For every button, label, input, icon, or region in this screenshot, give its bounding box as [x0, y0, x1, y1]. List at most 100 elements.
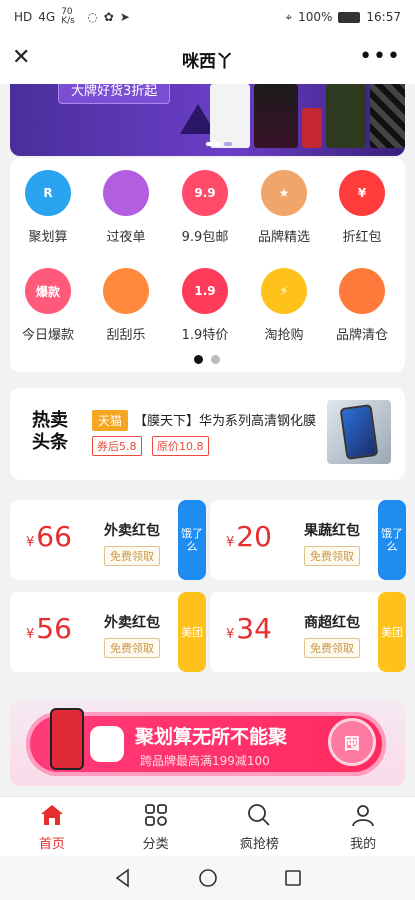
- clock: 16:57: [366, 10, 401, 24]
- eleme-icon: 饿了么: [178, 500, 206, 580]
- battery-percent: 100%: [298, 10, 333, 24]
- lightning-clock-icon: ⚡: [261, 268, 307, 314]
- back-icon[interactable]: [113, 868, 133, 888]
- bottom-tab-bar: 首页 分类 疯抢榜 我的: [0, 796, 415, 856]
- coupon-amount: ¥20: [226, 520, 272, 553]
- home-icon: [39, 803, 65, 827]
- coupon-card[interactable]: ¥66 外卖红包免费领取 饿了么: [10, 500, 206, 580]
- receipt-icon: [103, 170, 149, 216]
- page-title: 咪西丫: [182, 51, 233, 72]
- promo-badge[interactable]: 囤: [328, 718, 376, 766]
- grid-item-8[interactable]: ⚡ 淘抢购: [244, 268, 324, 343]
- banner-product-image: [326, 84, 366, 148]
- location-icon: ⌖: [285, 9, 293, 24]
- banner-product-image: [210, 84, 250, 148]
- grid-item-2[interactable]: 9.9 9.9包邮: [165, 170, 245, 245]
- tab-label: 分类: [142, 837, 169, 852]
- coupon-amount: ¥56: [26, 612, 72, 645]
- grid-item-label: 今日爆款: [21, 328, 74, 343]
- grid-item-label: 折红包: [342, 230, 382, 245]
- hot-icon: 爆款: [25, 268, 71, 314]
- grid-item-label: 聚划算: [28, 230, 68, 245]
- wechat-icon: ◌: [87, 10, 98, 24]
- tab-label: 首页: [38, 837, 65, 852]
- phone-image: [50, 708, 84, 770]
- signal-indicator: 4G: [38, 10, 56, 24]
- promo-subline: 跨品牌最高满199减100: [140, 754, 270, 768]
- product-thumbnail[interactable]: [327, 400, 391, 464]
- tab-label: 疯抢榜: [239, 837, 279, 852]
- banner-tag: 大牌好货3折起: [58, 84, 171, 104]
- tab-label: 我的: [350, 837, 377, 852]
- shortcut-grid: R 聚划算 过夜单 9.9 9.9包邮 ★ 品牌精选 ¥ 折红包 爆款 今日爆款 刮刮乐 1.9 1.9特…: [10, 158, 405, 372]
- original-price-chip: 原价10.8: [152, 436, 209, 456]
- grid-item-label: 过夜单: [106, 230, 146, 245]
- meituan-icon: 美团: [178, 592, 206, 672]
- claim-button[interactable]: 免费领取: [304, 546, 360, 566]
- grid-item-9[interactable]: 品牌清仓: [322, 268, 402, 343]
- coupon-card[interactable]: ¥56 外卖红包免费领取 美团: [10, 592, 206, 672]
- hot-news-logo: 热卖 头条: [32, 410, 68, 453]
- grid-item-label: 品牌精选: [257, 230, 310, 245]
- claim-button[interactable]: 免费领取: [104, 638, 160, 658]
- battery-icon: [338, 11, 361, 23]
- status-bar: HD 4G 70 K/s ◌ ✿ ➤ ⌖ 100% 16:57: [0, 0, 415, 34]
- grid-item-7[interactable]: 1.9 1.9特价: [165, 268, 245, 343]
- coupon-name: 果蔬红包: [304, 523, 360, 539]
- shop-tag: 天猫: [92, 410, 129, 431]
- grid-item-6[interactable]: 刮刮乐: [86, 268, 166, 343]
- tab-home[interactable]: 首页: [0, 797, 104, 856]
- bag-icon: 1.9: [182, 268, 228, 314]
- news-headline[interactable]: 【膜天下】华为系列高清钢化膜: [134, 410, 316, 429]
- banner-product-image: [302, 108, 322, 148]
- more-icon[interactable]: •••: [359, 44, 401, 69]
- grid-item-0[interactable]: R 聚划算: [8, 170, 88, 245]
- grid-item-4[interactable]: ¥ 折红包: [322, 170, 402, 245]
- recents-icon[interactable]: [283, 868, 303, 888]
- badge-icon: ★: [261, 170, 307, 216]
- promo-headline: 聚划算无所不能聚: [135, 726, 288, 748]
- claim-button[interactable]: 免费领取: [104, 546, 160, 566]
- earbuds-image: [90, 726, 124, 762]
- banner-product-image: [254, 84, 298, 148]
- hd-indicator: HD: [14, 10, 33, 24]
- promo-banner[interactable]: 聚划算无所不能聚 跨品牌最高满199减100 囤: [10, 700, 405, 786]
- banner-product-image: [370, 84, 405, 148]
- coupon-name: 外卖红包: [104, 523, 160, 539]
- grid-item-label: 淘抢购: [264, 328, 304, 343]
- close-icon[interactable]: ✕: [12, 47, 30, 69]
- network-speed: 70 K/s: [61, 7, 75, 26]
- tab-mine[interactable]: 我的: [311, 797, 415, 856]
- grid-item-5[interactable]: 爆款 今日爆款: [8, 268, 88, 343]
- bag-icon: 9.9: [182, 170, 228, 216]
- home-circle-icon[interactable]: [198, 868, 218, 888]
- coupon-card[interactable]: ¥20 果蔬红包 免费领取 饿了么: [210, 500, 406, 580]
- scratch-card-icon: [103, 268, 149, 314]
- hot-news-card[interactable]: 热卖 头条 天猫 【膜天下】华为系列高清钢化膜 券后5.8 原价10.8: [10, 388, 405, 480]
- coupon-card[interactable]: ¥34 商超红包免费领取 美团: [210, 592, 406, 672]
- coupon-name: 外卖红包: [104, 615, 160, 631]
- banner-pager: [206, 142, 232, 146]
- grid-item-3[interactable]: ★ 品牌精选: [244, 170, 324, 245]
- cat-icon: ✿: [103, 10, 114, 24]
- grid-item-1[interactable]: 过夜单: [86, 170, 166, 245]
- top-bar: ✕ 咪西丫 •••: [0, 34, 415, 84]
- user-icon: [350, 803, 376, 827]
- meituan-icon: 美团: [378, 592, 406, 672]
- grid-pager: [194, 355, 220, 364]
- claim-button[interactable]: 免费领取: [304, 638, 360, 658]
- category-icon: [143, 803, 169, 827]
- banner-carousel[interactable]: 大牌好货3折起: [10, 84, 405, 156]
- grid-item-label: 刮刮乐: [106, 328, 146, 343]
- coupon-name: 商超红包: [304, 615, 360, 631]
- system-nav-bar: [0, 856, 415, 900]
- coupon-price-chip: 券后5.8: [92, 436, 142, 456]
- tab-category[interactable]: 分类: [104, 797, 208, 856]
- send-icon: ➤: [119, 10, 130, 24]
- red-envelope-icon: ¥: [339, 170, 385, 216]
- coupon-amount: ¥66: [26, 520, 72, 553]
- juhuasuan-icon: R: [25, 170, 71, 216]
- coupon-amount: ¥34: [226, 612, 272, 645]
- tab-ranking[interactable]: 疯抢榜: [208, 797, 312, 856]
- grid-item-label: 9.9包邮: [181, 230, 229, 245]
